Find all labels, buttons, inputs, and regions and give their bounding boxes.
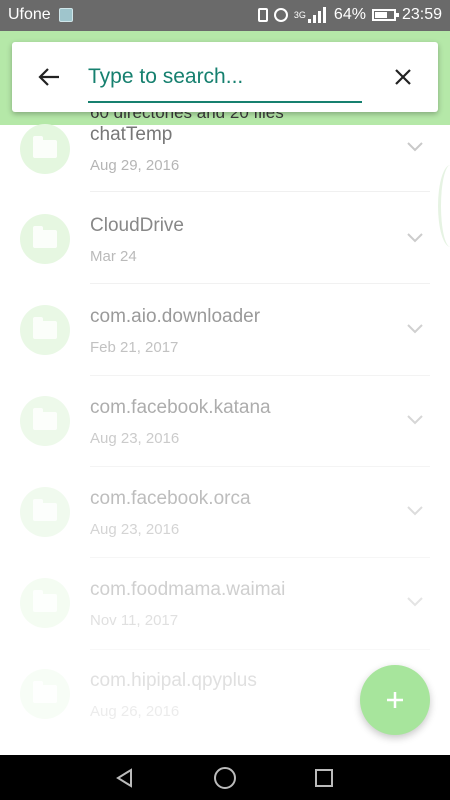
network-type-label: 3G: [293, 10, 306, 20]
file-name: com.hipipal.qpyplus: [90, 670, 257, 691]
file-date: Aug 23, 2016: [90, 521, 180, 538]
status-icons: 3G 64% 23:59: [257, 6, 442, 24]
image-notification-icon: [59, 8, 73, 22]
arrow-left-icon: [38, 68, 59, 86]
square-recents-icon: [315, 768, 333, 787]
file-name: com.foodmama.waimai: [90, 579, 286, 600]
folder-icon: [33, 681, 57, 703]
add-button[interactable]: [360, 665, 430, 735]
folder-avatar: [20, 669, 70, 719]
file-date: Aug 29, 2016: [90, 157, 180, 174]
vibrate-icon: [257, 8, 268, 22]
list-item[interactable]: com.aio.downloader Feb 21, 2017: [0, 303, 450, 394]
folder-avatar: [20, 214, 70, 264]
file-date: Nov 11, 2017: [90, 612, 179, 629]
alarm-icon: [273, 8, 288, 22]
file-name: com.facebook.orca: [90, 488, 251, 509]
signal-icon: [307, 7, 328, 23]
nav-recents-button[interactable]: [299, 755, 349, 800]
circle-home-icon: [214, 766, 236, 789]
expand-button[interactable]: [402, 224, 428, 250]
expand-button[interactable]: [402, 588, 428, 614]
close-icon: [395, 69, 411, 85]
clock: 23:59: [401, 6, 442, 23]
list-item[interactable]: com.foodmama.waimai Nov 11, 2017: [0, 577, 450, 668]
expand-button[interactable]: [402, 133, 428, 159]
folder-avatar: [20, 124, 70, 174]
folder-avatar: [20, 578, 70, 628]
expand-button[interactable]: [402, 497, 428, 523]
nav-home-button[interactable]: [200, 755, 250, 800]
chevron-down-icon: [407, 597, 423, 607]
row-divider: [90, 191, 430, 192]
file-date: Feb 21, 2017: [90, 339, 179, 356]
search-input[interactable]: [88, 62, 360, 92]
folder-icon: [33, 136, 57, 158]
search-underline: [88, 101, 362, 103]
row-divider: [90, 283, 430, 284]
folder-icon: [33, 590, 57, 612]
file-date: Mar 24: [90, 248, 137, 265]
row-divider: [90, 649, 430, 650]
folder-icon: [33, 226, 57, 248]
expand-button[interactable]: [402, 406, 428, 432]
back-button[interactable]: [34, 62, 64, 92]
file-name: com.facebook.katana: [90, 397, 271, 418]
chevron-down-icon: [407, 142, 423, 152]
chevron-down-icon: [407, 233, 423, 243]
folder-icon: [33, 408, 57, 430]
file-name: CloudDrive: [90, 215, 184, 236]
clear-search-button[interactable]: [388, 62, 418, 92]
chevron-down-icon: [407, 324, 423, 334]
list-item[interactable]: CloudDrive Mar 24: [0, 211, 450, 302]
folder-icon: [33, 317, 57, 339]
search-bar: [12, 42, 438, 112]
navigation-bar: [0, 755, 450, 800]
list-item[interactable]: chatTemp Aug 29, 2016: [0, 120, 450, 211]
nav-back-button[interactable]: [100, 755, 150, 800]
folder-avatar: [20, 305, 70, 355]
list-item[interactable]: com.facebook.orca Aug 23, 2016: [0, 485, 450, 576]
carrier-label: Ufone: [8, 6, 51, 23]
list-item[interactable]: com.facebook.katana Aug 23, 2016: [0, 394, 450, 485]
expand-button[interactable]: [402, 315, 428, 341]
battery-percent: 64%: [333, 6, 366, 23]
row-divider: [90, 466, 430, 467]
triangle-back-icon: [116, 767, 132, 788]
file-name: com.aio.downloader: [90, 306, 261, 327]
status-bar: Ufone 3G 64% 23:59: [0, 0, 450, 31]
file-date: Aug 23, 2016: [90, 430, 180, 447]
file-name: chatTemp: [90, 124, 173, 145]
battery-icon: [371, 9, 399, 21]
chevron-down-icon: [407, 506, 423, 516]
file-date: Aug 26, 2016: [90, 703, 180, 720]
row-divider: [90, 557, 430, 558]
row-divider: [90, 375, 430, 376]
folder-icon: [33, 499, 57, 521]
plus-icon: [387, 692, 403, 708]
chevron-down-icon: [407, 415, 423, 425]
folder-avatar: [20, 396, 70, 446]
folder-avatar: [20, 487, 70, 537]
